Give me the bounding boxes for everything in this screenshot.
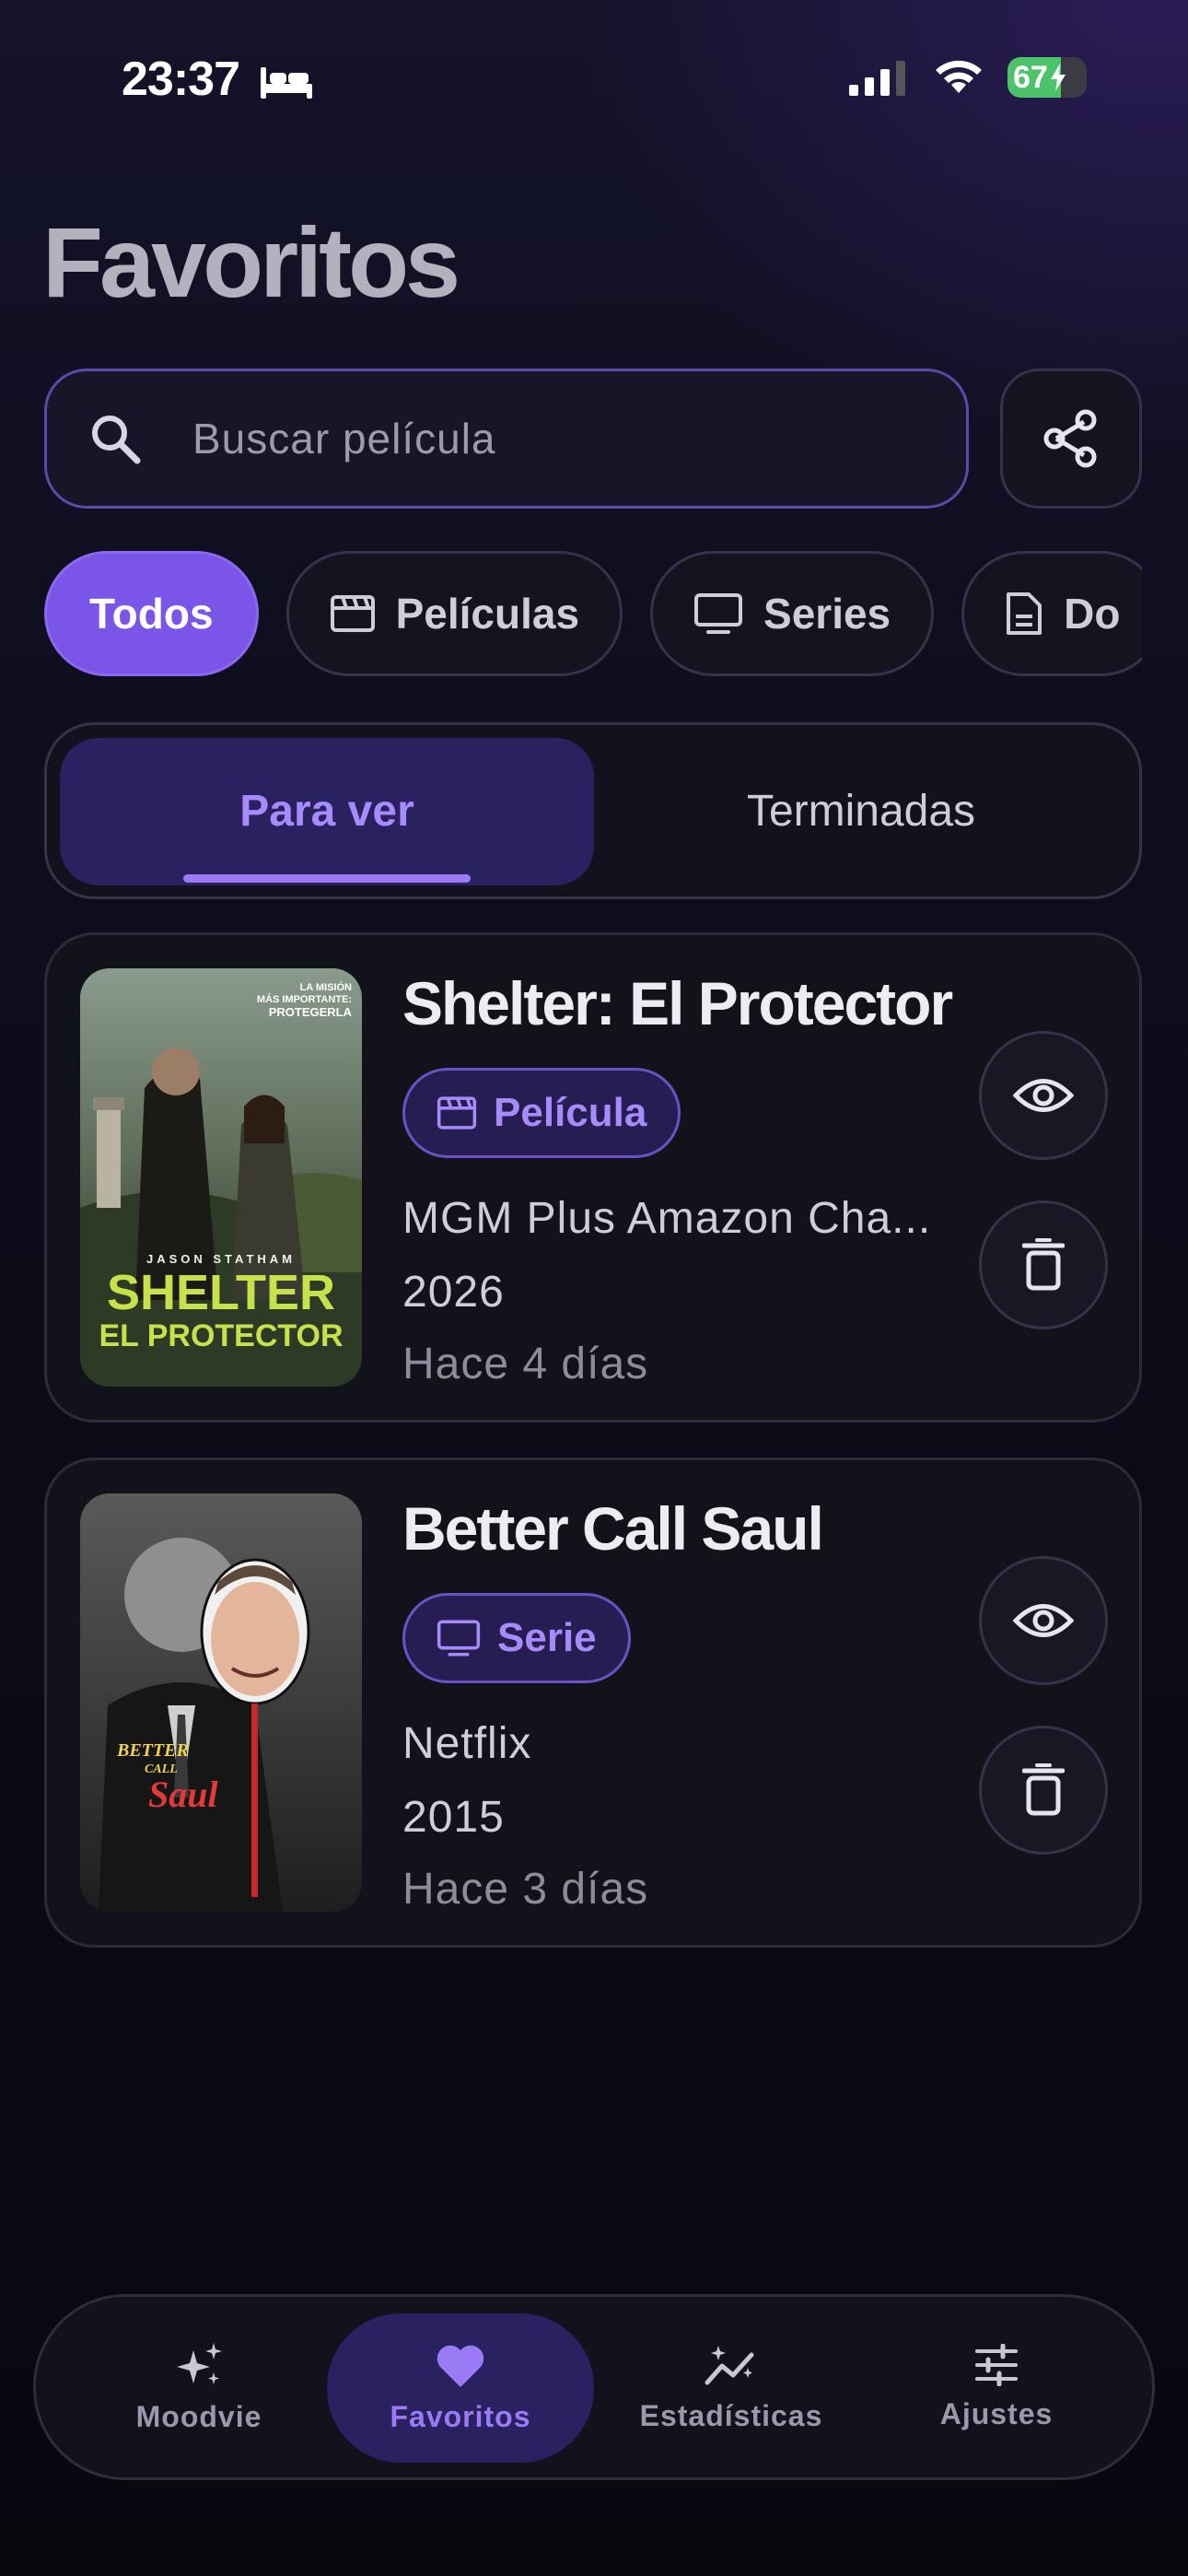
share-icon: [1043, 409, 1097, 468]
svg-text:LA MISIÓN: LA MISIÓN: [300, 981, 352, 993]
filter-chip-todos[interactable]: Todos: [44, 551, 259, 676]
svg-text:JASON STATHAM: JASON STATHAM: [146, 1252, 296, 1266]
nav-item-moodvie[interactable]: Moodvie: [65, 2297, 332, 2477]
svg-text:EL PROTECTOR: EL PROTECTOR: [99, 1318, 343, 1353]
segment-terminadas[interactable]: Terminadas: [594, 725, 1128, 896]
status-indicators: 67: [849, 57, 1087, 98]
trash-icon: [1022, 1238, 1065, 1291]
svg-text:SHELTER: SHELTER: [107, 1265, 335, 1320]
clapperboard-icon: [437, 1096, 477, 1130]
delete-button[interactable]: [979, 1726, 1108, 1855]
tv-icon: [694, 593, 743, 634]
favorite-card[interactable]: LA MISIÓN MÁS IMPORTANTE: PROTEGERLA JAS…: [44, 932, 1142, 1423]
document-icon: [1007, 592, 1042, 635]
eye-icon: [1013, 1604, 1074, 1637]
eye-icon: [1013, 1079, 1074, 1112]
type-label: Película: [494, 1090, 647, 1135]
svg-text:MÁS IMPORTANTE:: MÁS IMPORTANTE:: [257, 993, 352, 1005]
cellular-signal-icon: [849, 61, 905, 96]
poster-image: BETTER CALL Saul: [80, 1493, 362, 1912]
trash-icon: [1022, 1763, 1065, 1816]
nav-label: Estadísticas: [639, 2398, 823, 2432]
item-title: Better Call Saul: [402, 1494, 824, 1563]
battery-indicator: 67: [1007, 57, 1087, 98]
item-year: 2015: [402, 1793, 505, 1842]
type-badge: Película: [402, 1068, 681, 1158]
chart-sparkle-icon: [705, 2345, 754, 2384]
filter-chip-peliculas[interactable]: Películas: [285, 551, 623, 676]
tv-icon: [437, 1620, 481, 1657]
poster-image: LA MISIÓN MÁS IMPORTANTE: PROTEGERLA JAS…: [80, 968, 362, 1387]
share-button[interactable]: [1000, 369, 1142, 509]
chip-label: Do: [1064, 590, 1121, 638]
chip-label: Películas: [395, 590, 580, 638]
status-time: 23:37: [122, 52, 314, 107]
search-icon: [92, 416, 141, 464]
nav-item-ajustes[interactable]: Ajustes: [863, 2297, 1130, 2477]
sleep-bed-icon: [261, 67, 313, 100]
nav-item-favoritos[interactable]: Favoritos: [327, 2313, 594, 2463]
wifi-icon: [936, 60, 982, 93]
poster-artwork: BETTER CALL Saul: [80, 1493, 362, 1912]
item-year: 2026: [402, 1268, 505, 1317]
favorite-card[interactable]: BETTER CALL Saul Better Call Saul Serie …: [44, 1458, 1142, 1948]
item-added-date: Hace 4 días: [402, 1340, 649, 1388]
bottom-navigation: Moodvie Favoritos Estadísticas Ajustes: [33, 2294, 1155, 2480]
filter-chip-documentales[interactable]: Do: [961, 551, 1142, 676]
nav-item-estadisticas[interactable]: Estadísticas: [598, 2297, 865, 2477]
item-added-date: Hace 3 días: [402, 1865, 649, 1914]
item-providers: Netflix: [402, 1719, 532, 1768]
type-badge: Serie: [402, 1593, 631, 1683]
item-providers: MGM Plus Amazon Cha...: [402, 1194, 932, 1243]
heart-icon: [437, 2345, 484, 2387]
search-input[interactable]: Buscar película: [44, 369, 969, 509]
chip-label: Series: [763, 590, 891, 638]
battery-level: 67: [1013, 59, 1048, 95]
svg-text:Saul: Saul: [148, 1774, 218, 1815]
clapperboard-icon: [330, 595, 375, 632]
svg-text:BETTER: BETTER: [116, 1740, 189, 1761]
sliders-icon: [975, 2343, 1018, 2386]
charging-bolt-icon: [1050, 64, 1066, 91]
filter-chip-series[interactable]: Series: [650, 551, 935, 676]
chip-label: Todos: [89, 590, 214, 638]
poster-artwork: LA MISIÓN MÁS IMPORTANTE: PROTEGERLA JAS…: [80, 968, 362, 1387]
nav-label: Ajustes: [939, 2396, 1054, 2430]
nav-label: Moodvie: [135, 2399, 262, 2433]
segment-underline: [183, 874, 471, 883]
mark-watched-button[interactable]: [979, 1556, 1108, 1685]
type-label: Serie: [497, 1615, 597, 1660]
filter-chips: Todos Películas Series Do: [44, 551, 1142, 676]
mark-watched-button[interactable]: [979, 1031, 1108, 1160]
sparkles-icon: [177, 2342, 222, 2384]
nav-label: Favoritos: [390, 2399, 531, 2433]
svg-text:PROTEGERLA: PROTEGERLA: [269, 1005, 353, 1019]
segment-para-ver[interactable]: Para ver: [60, 725, 594, 896]
page-title: Favoritos: [42, 206, 460, 318]
status-segmented-control: Para ver Terminadas: [44, 722, 1142, 899]
item-title: Shelter: El Protector: [402, 969, 953, 1037]
search-placeholder: Buscar película: [192, 415, 496, 463]
delete-button[interactable]: [979, 1200, 1108, 1329]
